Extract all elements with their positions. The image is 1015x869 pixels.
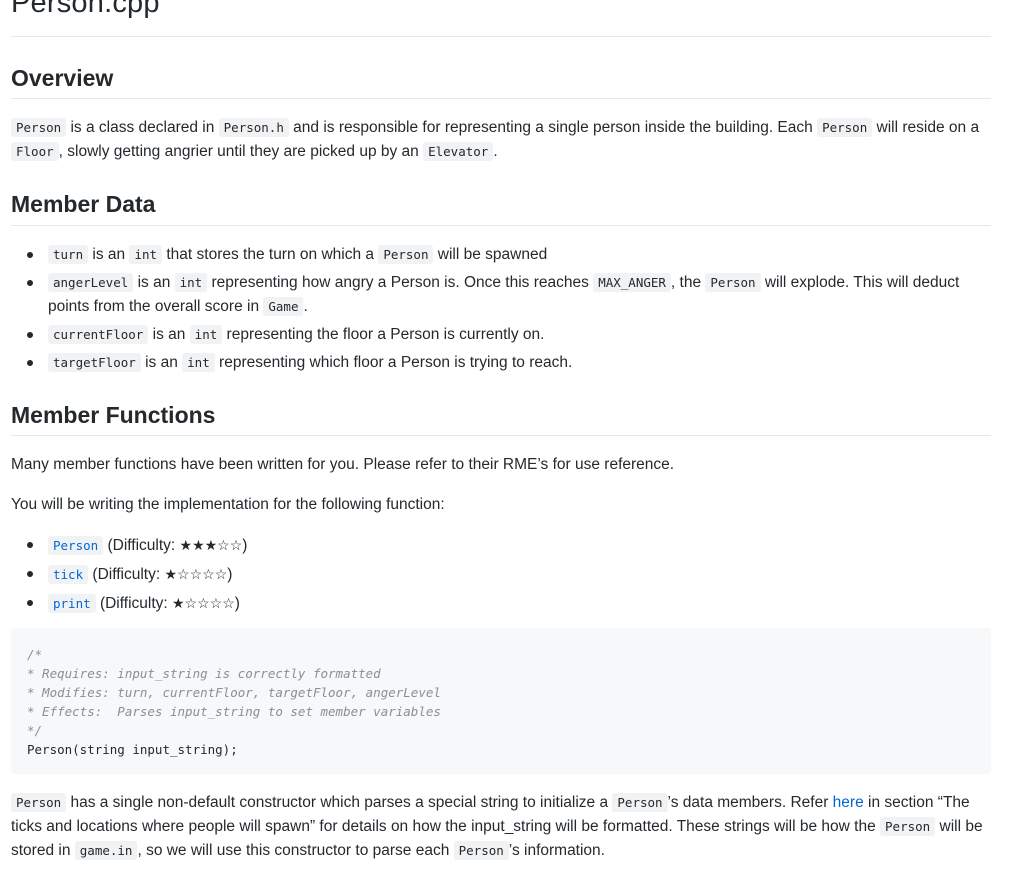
list-item: print (Difficulty: ★☆☆☆☆) [11, 591, 991, 616]
difficulty-stars: ★☆☆☆☆ [172, 595, 235, 611]
list-item: angerLevel is an int representing how an… [11, 271, 991, 319]
inline-code: angerLevel [48, 273, 134, 292]
inline-code: Person [880, 817, 936, 836]
inline-code: int [182, 353, 215, 372]
list-item: turn is an int that stores the turn on w… [11, 243, 991, 267]
list-item: Person (Difficulty: ★★★☆☆) [11, 533, 991, 558]
difficulty-stars: ★☆☆☆☆ [164, 566, 228, 582]
title-divider [11, 36, 991, 37]
member-functions-heading: Member Functions [11, 402, 216, 428]
code-block[interactable]: /* * Requires: input_string is correctly… [11, 628, 991, 774]
function-link-person[interactable]: Person [48, 536, 104, 555]
overview-heading: Overview [11, 65, 114, 91]
inline-code: turn [48, 245, 89, 264]
function-link-tick[interactable]: tick [48, 565, 89, 584]
inline-code: int [174, 273, 208, 292]
inline-code: game.in [74, 841, 138, 860]
inline-code: Person [11, 793, 67, 812]
inline-code: Person [705, 273, 761, 292]
inline-code: currentFloor [48, 325, 149, 344]
inline-code: Person [453, 841, 509, 860]
page-title: Person.cpp [11, 0, 160, 19]
inline-code: Person [612, 793, 668, 812]
inline-code: Person [11, 118, 67, 137]
inline-code: MAX_ANGER [593, 273, 671, 292]
overview-divider [11, 98, 991, 99]
member-functions-divider [11, 435, 991, 436]
function-list: Person (Difficulty: ★★★☆☆) tick (Difficu… [11, 533, 991, 620]
inline-code: Person.h [218, 118, 289, 137]
list-item: currentFloor is an int representing the … [11, 323, 991, 347]
list-item: tick (Difficulty: ★☆☆☆☆) [11, 562, 991, 587]
inline-code: int [189, 325, 223, 344]
here-link[interactable]: here [833, 794, 864, 811]
member-functions-intro: Many member functions have been written … [11, 456, 675, 473]
overview-paragraph: Person is a class declared in Person.h a… [11, 116, 991, 164]
list-item: targetFloor is an int representing which… [11, 351, 991, 375]
inline-code: Floor [11, 142, 59, 161]
constructor-description: Person has a single non-default construc… [11, 793, 983, 860]
inline-code: int [129, 245, 163, 264]
function-link-print[interactable]: print [48, 594, 96, 613]
inline-code: targetFloor [48, 353, 141, 372]
inline-code: Game [263, 297, 304, 316]
member-data-divider [11, 225, 991, 226]
difficulty-stars: ★★★☆☆ [179, 537, 243, 553]
member-functions-instruction: You will be writing the implementation f… [11, 496, 445, 513]
inline-code: Person [378, 245, 434, 264]
inline-code: Person [817, 118, 873, 137]
inline-code: Elevator [423, 142, 494, 161]
member-data-list: turn is an int that stores the turn on w… [11, 243, 991, 379]
member-data-heading: Member Data [11, 191, 156, 217]
